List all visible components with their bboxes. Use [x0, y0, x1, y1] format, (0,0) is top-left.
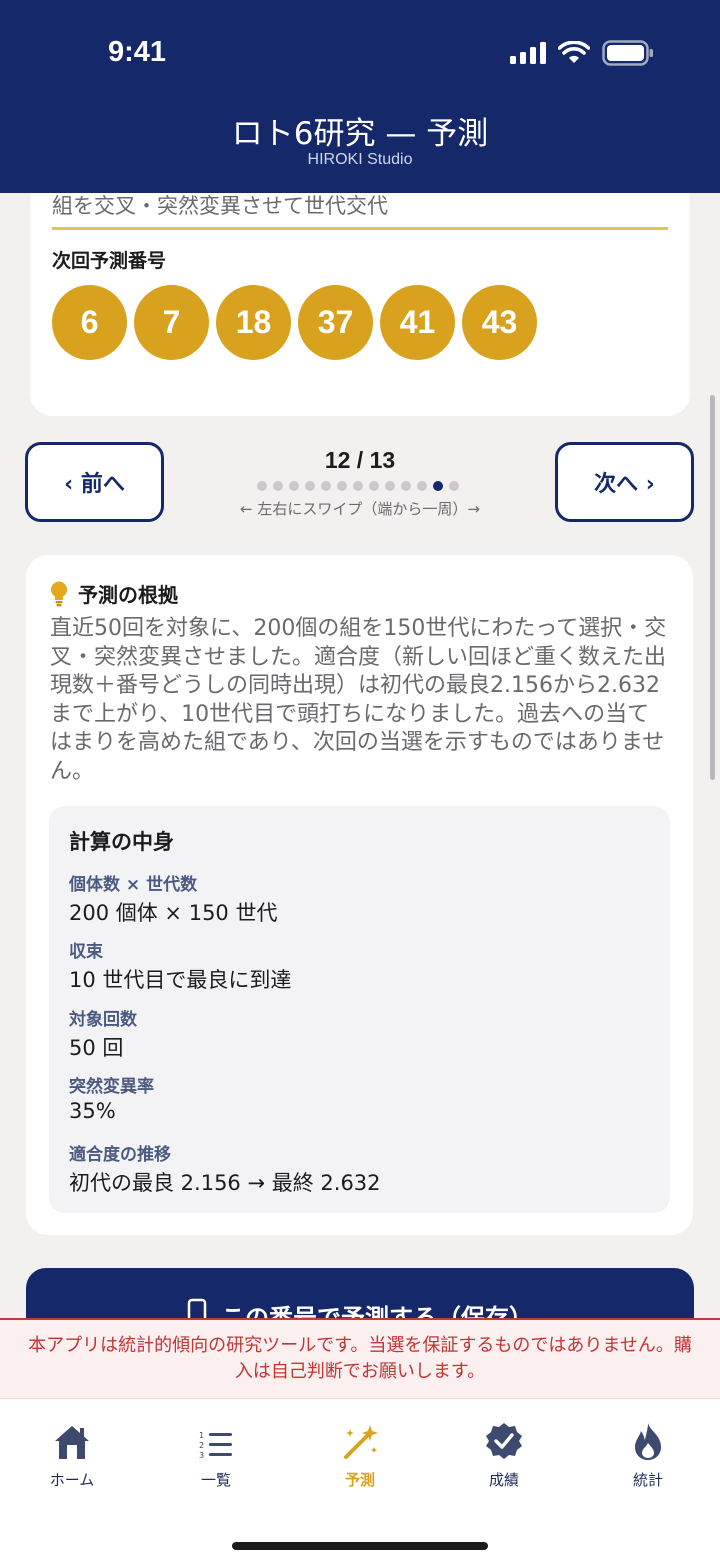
number-ball: 43: [462, 285, 537, 360]
next-button[interactable]: 次へ ›: [555, 442, 694, 522]
page-dot[interactable]: [369, 481, 379, 491]
calc-value: 35%: [69, 1099, 116, 1123]
number-ball: 37: [298, 285, 373, 360]
page-dots: [257, 481, 459, 491]
page-dot[interactable]: [449, 481, 459, 491]
tab-list[interactable]: 1 2 3 一覧: [144, 1419, 288, 1490]
divider: [52, 227, 668, 230]
page-dot[interactable]: [417, 481, 427, 491]
number-ball: 18: [216, 285, 291, 360]
basis-header: 予測の根拠: [50, 579, 178, 608]
status-icons: [510, 40, 654, 66]
number-ball: 7: [134, 285, 209, 360]
svg-text:3: 3: [199, 1451, 204, 1460]
svg-text:2: 2: [199, 1441, 204, 1450]
numbered-list-icon: 1 2 3: [199, 1431, 232, 1460]
page-dot[interactable]: [273, 481, 283, 491]
calc-label: 個体数 × 世代数: [69, 875, 198, 895]
page-title: ロト6研究 — 予測: [231, 116, 489, 152]
signal-icon: [510, 42, 546, 64]
battery-icon: [602, 40, 653, 66]
lightbulb-icon: [51, 581, 67, 606]
magic-wand-icon: [344, 1425, 378, 1459]
app-header: 9:41 ロト6研究 — 予測 HIROKI Studio: [0, 0, 720, 193]
tab-predict[interactable]: 予測: [288, 1419, 432, 1490]
page-dot[interactable]: [257, 481, 267, 491]
page-subtitle: HIROKI Studio: [307, 151, 413, 168]
calc-details: 計算の中身 個体数 × 世代数 200 個体 × 150 世代 収束 10 世代…: [49, 806, 670, 1213]
basis-card: 予測の根拠 直近50回を対象に、200個の組を150世代にわたって選択・交叉・突…: [26, 555, 693, 1235]
badge-check-icon: [486, 1423, 522, 1459]
calc-value: 10 世代目で最良に到達: [69, 968, 292, 992]
home-icon: [55, 1426, 89, 1459]
flame-icon: [635, 1423, 661, 1460]
number-ball: 6: [52, 285, 127, 360]
calc-label: 適合度の推移: [69, 1145, 171, 1165]
calc-label: 突然変異率: [69, 1077, 154, 1097]
tab-label: 一覧: [200, 1471, 231, 1489]
tab-label: 統計: [632, 1471, 663, 1489]
tab-label: ホーム: [49, 1471, 95, 1489]
method-text: 組を交叉・突然変異させて世代交代: [52, 194, 388, 218]
tab-results[interactable]: 成績: [432, 1419, 576, 1490]
tab-label: 成績: [488, 1471, 519, 1489]
calc-value: 初代の最良 2.156 → 最終 2.632: [69, 1171, 381, 1195]
page-dot[interactable]: [337, 481, 347, 491]
number-ball: 41: [380, 285, 455, 360]
page-dot[interactable]: [289, 481, 299, 491]
status-time: 9:41: [108, 36, 167, 68]
svg-text:1: 1: [199, 1431, 204, 1440]
basis-text: 直近50回を対象に、200個の組を150世代にわたって選択・交叉・突然変異させま…: [50, 616, 667, 784]
basis-title: 予測の根拠: [78, 583, 178, 607]
tab-label: 予測: [344, 1471, 375, 1489]
disclaimer-banner: 本アプリは統計的傾向の研究ツールです。当選を保証するものではありません。購入は自…: [0, 1318, 720, 1398]
tab-bar: ホーム 1 2 3 一覧 予測 成績 統計: [0, 1398, 720, 1565]
calc-value: 50 回: [69, 1036, 124, 1060]
calc-title: 計算の中身: [69, 830, 174, 854]
scrollbar[interactable]: [710, 395, 715, 780]
number-balls: 6 7 18 37 41 43: [52, 285, 537, 360]
page-dot[interactable]: [353, 481, 363, 491]
tab-stats[interactable]: 統計: [576, 1419, 720, 1490]
page-dot-active[interactable]: [433, 481, 443, 491]
tab-home[interactable]: ホーム: [0, 1419, 144, 1490]
wifi-icon: [558, 41, 590, 63]
page-dot[interactable]: [401, 481, 411, 491]
home-indicator: [232, 1542, 488, 1550]
calc-label: 対象回数: [69, 1010, 137, 1030]
page-dot[interactable]: [385, 481, 395, 491]
page-dot[interactable]: [305, 481, 315, 491]
next-numbers-label: 次回予測番号: [52, 250, 167, 272]
page-dot[interactable]: [321, 481, 331, 491]
calc-label: 収束: [69, 942, 103, 962]
calc-value: 200 個体 × 150 世代: [69, 901, 278, 925]
